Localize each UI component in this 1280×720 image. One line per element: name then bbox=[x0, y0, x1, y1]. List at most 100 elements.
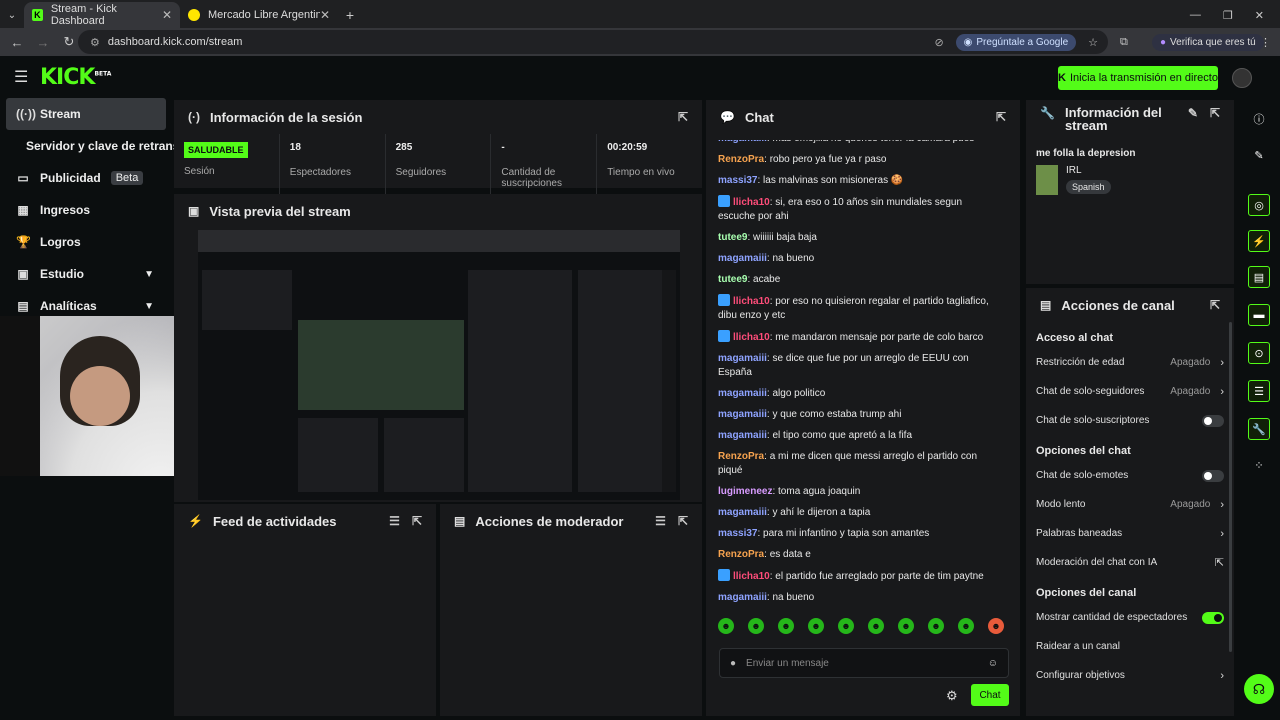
stream-preview-video[interactable] bbox=[198, 230, 680, 500]
channel-setting-row[interactable]: Restricción de edad Apagado › bbox=[1026, 348, 1234, 377]
browser-tab-kick[interactable]: K Stream - Kick Dashboard ✕ bbox=[24, 2, 180, 28]
emote-icon[interactable]: ☻ bbox=[958, 618, 974, 634]
chat-username[interactable]: tutee9 bbox=[718, 274, 747, 285]
eye-off-icon[interactable]: ⊘ bbox=[934, 36, 943, 49]
close-tab-icon[interactable]: ✕ bbox=[320, 8, 330, 22]
chat-username[interactable]: RenzoPra bbox=[718, 549, 764, 560]
popout-icon[interactable]: ⇱ bbox=[1210, 298, 1220, 312]
maximize-icon[interactable]: ❐ bbox=[1223, 9, 1233, 22]
filter-icon[interactable]: ☰ bbox=[389, 514, 400, 528]
channel-setting-row[interactable]: Chat de solo-emotes bbox=[1026, 461, 1234, 490]
tab-search-icon[interactable]: ⌄ bbox=[0, 2, 24, 28]
chat-username[interactable]: magamaiii bbox=[718, 388, 767, 399]
emote-icon[interactable]: ☻ bbox=[928, 618, 944, 634]
channel-setting-row[interactable]: Raidear a un canal bbox=[1026, 632, 1234, 661]
chat-username[interactable]: llicha10 bbox=[733, 197, 770, 208]
wrench-icon[interactable]: 🔧 bbox=[1248, 418, 1270, 440]
popout-icon[interactable]: ⇱ bbox=[996, 110, 1006, 124]
popout-icon[interactable]: ⇱ bbox=[1210, 106, 1220, 120]
emote-icon[interactable]: ☻ bbox=[808, 618, 824, 634]
chat-username[interactable]: magamaiii bbox=[718, 430, 767, 441]
lightning-icon[interactable]: ⚡ bbox=[1248, 230, 1270, 252]
minimize-icon[interactable]: — bbox=[1190, 9, 1201, 21]
support-headset-icon[interactable]: ☊ bbox=[1244, 674, 1274, 704]
chat-username[interactable]: llicha10 bbox=[733, 571, 770, 582]
emote-icon[interactable]: ☻ bbox=[868, 618, 884, 634]
sidebar-item-income[interactable]: ▦ Ingresos bbox=[0, 194, 172, 226]
chat-username[interactable]: magamaiii bbox=[718, 592, 767, 603]
info-icon[interactable]: ⓘ bbox=[1248, 108, 1270, 130]
toggle-switch[interactable] bbox=[1202, 414, 1224, 427]
channel-setting-row[interactable]: Chat de solo-seguidores Apagado › bbox=[1026, 377, 1234, 406]
logo-text: KICK bbox=[40, 64, 95, 90]
chat-username[interactable]: massi37 bbox=[718, 528, 757, 539]
edit-pencil-icon[interactable]: ✎ bbox=[1188, 106, 1198, 120]
channel-setting-row[interactable]: Moderación del chat con IA ⇱ bbox=[1026, 548, 1234, 577]
site-info-icon[interactable]: ⚙ bbox=[90, 36, 100, 49]
new-tab-icon[interactable]: + bbox=[338, 2, 362, 28]
chat-username[interactable]: massi37 bbox=[718, 175, 757, 186]
emote-icon[interactable]: ☻ bbox=[838, 618, 854, 634]
emote-icon[interactable]: ☻ bbox=[898, 618, 914, 634]
sidebar-item-studio[interactable]: ▣ Estudio ▼ bbox=[0, 258, 172, 290]
sidebar-item-advertising[interactable]: ▭ Publicidad Beta bbox=[0, 162, 172, 194]
channel-setting-row[interactable]: Mostrar cantidad de espectadores bbox=[1026, 603, 1234, 632]
chat-settings-gear-icon[interactable]: ⚙ bbox=[946, 688, 958, 704]
popout-icon[interactable]: ⇱ bbox=[678, 514, 688, 528]
channel-setting-row[interactable]: Chat de solo-suscriptores bbox=[1026, 406, 1234, 435]
sidebar-item-stream[interactable]: ((·)) Stream bbox=[6, 98, 166, 130]
channel-setting-row[interactable]: Modo lento Apagado › bbox=[1026, 490, 1234, 519]
channel-setting-row[interactable]: Palabras baneadas › bbox=[1026, 519, 1234, 548]
emote-icon[interactable]: ☻ bbox=[988, 618, 1004, 634]
forward-icon[interactable]: → bbox=[30, 35, 56, 50]
browser-menu-icon[interactable]: ⋮ bbox=[1260, 36, 1271, 49]
sidebar-item-server-key[interactable]: Servidor y clave de retransn bbox=[0, 130, 187, 162]
chat-username[interactable]: magamaiii bbox=[718, 507, 767, 518]
popout-icon[interactable]: ⇱ bbox=[678, 110, 688, 124]
toggle-switch[interactable] bbox=[1202, 469, 1224, 482]
chat-username[interactable]: magamaiii bbox=[718, 140, 767, 144]
chat-username[interactable]: tutee9 bbox=[718, 232, 747, 243]
chat-username[interactable]: magamaiii bbox=[718, 353, 767, 364]
chat-username[interactable]: llicha10 bbox=[733, 296, 770, 307]
camera-icon[interactable]: ◎ bbox=[1248, 194, 1270, 216]
emote-icon[interactable]: ☻ bbox=[748, 618, 764, 634]
broadcast-icon[interactable]: ⊙ bbox=[1248, 342, 1270, 364]
bookmark-star-icon[interactable]: ☆ bbox=[1088, 36, 1098, 49]
channel-setting-row[interactable]: Configurar objetivos › bbox=[1026, 661, 1234, 690]
address-bar[interactable]: ⚙ dashboard.kick.com/stream ⊘ ◉ Pregúntal… bbox=[78, 30, 1108, 54]
toggle-switch[interactable] bbox=[1202, 611, 1224, 624]
popout-icon[interactable]: ⇱ bbox=[412, 514, 422, 528]
close-window-icon[interactable]: ✕ bbox=[1255, 9, 1264, 22]
hamburger-menu-icon[interactable]: ☰ bbox=[14, 67, 28, 87]
edit-pencil-icon[interactable]: ✎ bbox=[1248, 144, 1270, 166]
emoji-icon[interactable]: ☺ bbox=[988, 658, 998, 669]
kick-logo[interactable]: KICKBETA bbox=[40, 65, 111, 90]
chat-username[interactable]: RenzoPra bbox=[718, 154, 764, 165]
back-icon[interactable]: ← bbox=[4, 35, 30, 50]
document-icon[interactable]: ▤ bbox=[1248, 266, 1270, 288]
user-avatar[interactable] bbox=[1232, 68, 1252, 88]
chat-message-list[interactable]: magamaiii: mas emojilla no quenes tener … bbox=[718, 140, 1002, 610]
verify-button[interactable]: ● Verifica que eres tú bbox=[1152, 33, 1264, 51]
chat-username[interactable]: llicha10 bbox=[733, 332, 770, 343]
chat-bubble-icon[interactable]: ▬ bbox=[1248, 304, 1270, 326]
go-live-button[interactable]: K Inicia la transmisión en directo bbox=[1058, 66, 1218, 90]
chat-username[interactable]: magamaiii bbox=[718, 253, 767, 264]
chat-username[interactable]: lugimeneez bbox=[718, 486, 772, 497]
sidebar-item-achievements[interactable]: 🏆 Logros bbox=[0, 226, 172, 258]
extensions-icon[interactable]: ⧉ bbox=[1120, 36, 1128, 49]
more-widgets-icon[interactable]: ⁘ bbox=[1248, 454, 1270, 476]
ask-google-button[interactable]: ◉ Pregúntale a Google bbox=[955, 33, 1077, 51]
browser-tab-mercadolibre[interactable]: Mercado Libre Argentina - Envi ✕ bbox=[180, 2, 338, 28]
send-chat-button[interactable]: Chat bbox=[971, 684, 1009, 706]
emote-icon[interactable]: ☻ bbox=[778, 618, 794, 634]
channel-actions-icon[interactable]: ☰ bbox=[1248, 380, 1270, 402]
scrollbar[interactable] bbox=[1229, 322, 1232, 652]
filter-icon[interactable]: ☰ bbox=[655, 514, 666, 528]
chat-input[interactable]: ● Enviar un mensaje ☺ bbox=[719, 648, 1009, 678]
emote-icon[interactable]: ☻ bbox=[718, 618, 734, 634]
chat-username[interactable]: RenzoPra bbox=[718, 451, 764, 462]
close-tab-icon[interactable]: ✕ bbox=[162, 8, 172, 22]
chat-username[interactable]: magamaiii bbox=[718, 409, 767, 420]
